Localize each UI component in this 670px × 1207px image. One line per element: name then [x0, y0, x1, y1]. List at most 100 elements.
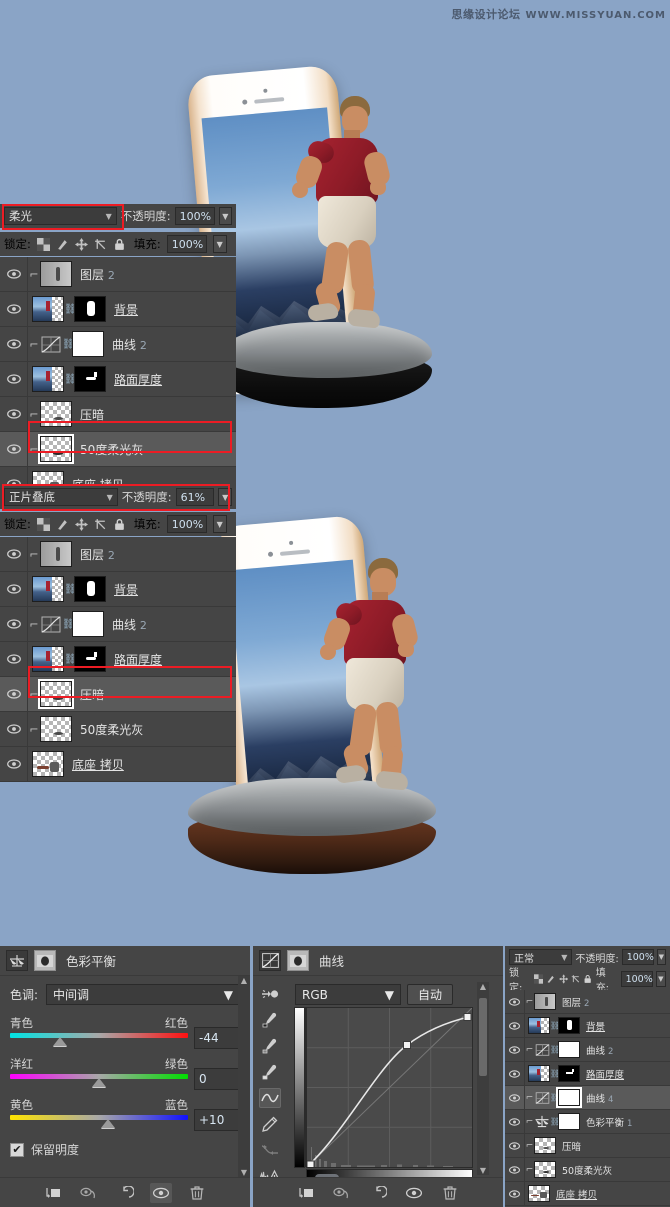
- blend-mode-select-mid[interactable]: 正片叠底 ▼: [4, 488, 118, 506]
- link-mask-icon[interactable]: ⛓: [62, 619, 75, 630]
- layer-visibility-toggle[interactable]: [505, 1062, 525, 1085]
- opacity-stepper-chevron-icon[interactable]: ▼: [218, 488, 232, 506]
- blend-mode-select-top[interactable]: 柔光 ▼: [4, 207, 117, 225]
- link-mask-icon[interactable]: ⛓: [64, 374, 77, 385]
- layer-mask-icon[interactable]: [34, 950, 56, 971]
- slider-track[interactable]: [10, 1115, 188, 1128]
- slider-value-box[interactable]: -44: [194, 1027, 240, 1049]
- layer-mask-thumbnail[interactable]: [74, 366, 106, 392]
- white-point-eyedropper-icon[interactable]: [259, 1062, 281, 1082]
- layer-thumbnail[interactable]: [32, 646, 64, 672]
- layer-thumbnail[interactable]: [40, 261, 72, 287]
- auto-button[interactable]: 自动: [407, 984, 454, 1005]
- toggle-visibility-icon[interactable]: [150, 1182, 172, 1203]
- clip-to-layer-icon[interactable]: [295, 1183, 317, 1203]
- layer-mask-thumbnail[interactable]: [74, 576, 106, 602]
- layer-row[interactable]: ⌐ ⛓ 曲线 2: [0, 607, 236, 642]
- layer-row[interactable]: ⛓ 背景: [0, 292, 236, 327]
- view-previous-icon[interactable]: [331, 1183, 353, 1203]
- layer-row[interactable]: ⛓ 路面厚度: [505, 1062, 670, 1086]
- layer-thumbnail[interactable]: [40, 541, 72, 567]
- layer-visibility-toggle[interactable]: [0, 327, 28, 361]
- layer-thumbnail[interactable]: [528, 1017, 550, 1034]
- layer-row[interactable]: ⌐ 50度柔光灰: [505, 1158, 670, 1182]
- slider-handle[interactable]: [92, 1078, 106, 1087]
- layer-mask-icon[interactable]: [287, 950, 309, 971]
- scroll-down-arrow-icon[interactable]: ▼: [480, 1166, 486, 1175]
- layer-row[interactable]: ⌐ ⛓ 曲线 2: [505, 1038, 670, 1062]
- layer-mask-thumbnail[interactable]: [558, 1017, 580, 1034]
- layer-visibility-toggle[interactable]: [0, 677, 28, 711]
- slider-value-box[interactable]: 0: [194, 1068, 240, 1090]
- opacity-value-box-top[interactable]: 100%: [174, 207, 215, 225]
- link-mask-icon[interactable]: ⛓: [62, 339, 75, 350]
- scroll-up-arrow-icon[interactable]: ▲: [241, 976, 247, 985]
- lock-image-brush-icon[interactable]: [56, 518, 69, 531]
- link-mask-icon[interactable]: ⛓: [550, 1021, 560, 1030]
- curves-adjustment-icon[interactable]: [534, 1043, 550, 1057]
- layer-mask-thumbnail[interactable]: [558, 1065, 580, 1082]
- slider-handle[interactable]: [52, 1037, 67, 1046]
- opacity-stepper-chevron-icon[interactable]: ▼: [218, 207, 232, 225]
- lock-artboard-icon[interactable]: [571, 974, 580, 984]
- curves-graph[interactable]: [306, 1007, 473, 1168]
- tone-select[interactable]: 中间调 ▼: [46, 984, 240, 1005]
- layer-thumbnail[interactable]: [528, 1065, 550, 1082]
- lock-all-icon[interactable]: [583, 974, 592, 984]
- lock-all-icon[interactable]: [113, 238, 126, 251]
- preserve-luminosity-checkbox[interactable]: ✔: [10, 1142, 24, 1157]
- layer-row[interactable]: ⌐ ⛓ 曲线 2: [0, 327, 236, 362]
- layer-row[interactable]: ⛓ 背景: [505, 1014, 670, 1038]
- layer-row[interactable]: ⛓ 背景: [0, 572, 236, 607]
- link-mask-icon[interactable]: ⛓: [550, 1069, 560, 1078]
- layer-thumbnail[interactable]: [534, 1161, 556, 1178]
- slider-handle[interactable]: [100, 1119, 115, 1128]
- curves-adjustment-icon[interactable]: [40, 334, 62, 354]
- layer-visibility-toggle[interactable]: [505, 990, 525, 1013]
- layer-row[interactable]: ⛓ 路面厚度: [0, 362, 236, 397]
- layer-mask-thumbnail[interactable]: [72, 611, 104, 637]
- layer-visibility-toggle[interactable]: [505, 1038, 525, 1061]
- lock-all-icon[interactable]: [113, 518, 126, 531]
- layer-visibility-toggle[interactable]: [0, 397, 28, 431]
- curves-icon[interactable]: [259, 950, 281, 971]
- curves-adjustment-icon[interactable]: [40, 614, 62, 634]
- lock-image-brush-icon[interactable]: [56, 238, 69, 251]
- layer-row[interactable]: ⌐ ⛓ 色彩平衡 1: [505, 1110, 670, 1134]
- color-balance-adjustment-icon[interactable]: [534, 1115, 550, 1129]
- reset-icon[interactable]: [114, 1183, 136, 1203]
- target-adjust-icon[interactable]: [259, 984, 281, 1004]
- fill-value-box-mid[interactable]: 100%: [166, 515, 207, 533]
- layer-mask-thumbnail[interactable]: [558, 1113, 580, 1130]
- layer-row[interactable]: ⌐ 图层 2: [0, 257, 236, 292]
- layer-row[interactable]: ⛓ 路面厚度: [0, 642, 236, 677]
- link-mask-icon[interactable]: ⛓: [64, 654, 77, 665]
- lock-artboard-icon[interactable]: [94, 238, 107, 251]
- link-mask-icon[interactable]: ⛓: [550, 1117, 560, 1126]
- curve-point-tool-icon[interactable]: [259, 1088, 281, 1108]
- pencil-tool-icon[interactable]: [259, 1114, 281, 1134]
- link-mask-icon[interactable]: ⛓: [64, 304, 77, 315]
- slider-track[interactable]: [10, 1074, 188, 1087]
- layer-visibility-toggle[interactable]: [505, 1014, 525, 1037]
- layer-mask-thumbnail[interactable]: [72, 331, 104, 357]
- layer-visibility-toggle[interactable]: [0, 362, 28, 396]
- color-balance-icon[interactable]: [6, 950, 28, 971]
- lock-image-brush-icon[interactable]: [546, 974, 555, 984]
- channel-select[interactable]: RGB ▼: [295, 984, 401, 1005]
- layer-visibility-toggle[interactable]: [505, 1134, 525, 1157]
- layer-row[interactable]: ⌐ 压暗: [505, 1134, 670, 1158]
- layer-row[interactable]: ⌐ 50度柔光灰: [0, 712, 236, 747]
- layer-visibility-toggle[interactable]: [0, 257, 28, 291]
- layer-visibility-toggle[interactable]: [505, 1086, 525, 1109]
- layer-row-selected[interactable]: ⌐ 50度柔光灰: [0, 432, 236, 467]
- black-point-eyedropper-icon[interactable]: [259, 1010, 281, 1030]
- layer-visibility-toggle[interactable]: [0, 572, 28, 606]
- fill-stepper-chevron-icon[interactable]: ▼: [212, 235, 227, 253]
- blend-mode-select-right[interactable]: 正常 ▼: [509, 949, 573, 965]
- layer-thumbnail[interactable]: [40, 401, 72, 427]
- fill-stepper-chevron-icon[interactable]: ▼: [655, 971, 666, 987]
- layer-visibility-toggle[interactable]: [505, 1182, 525, 1205]
- layer-thumbnail[interactable]: [534, 993, 556, 1010]
- lock-position-move-icon[interactable]: [74, 517, 88, 531]
